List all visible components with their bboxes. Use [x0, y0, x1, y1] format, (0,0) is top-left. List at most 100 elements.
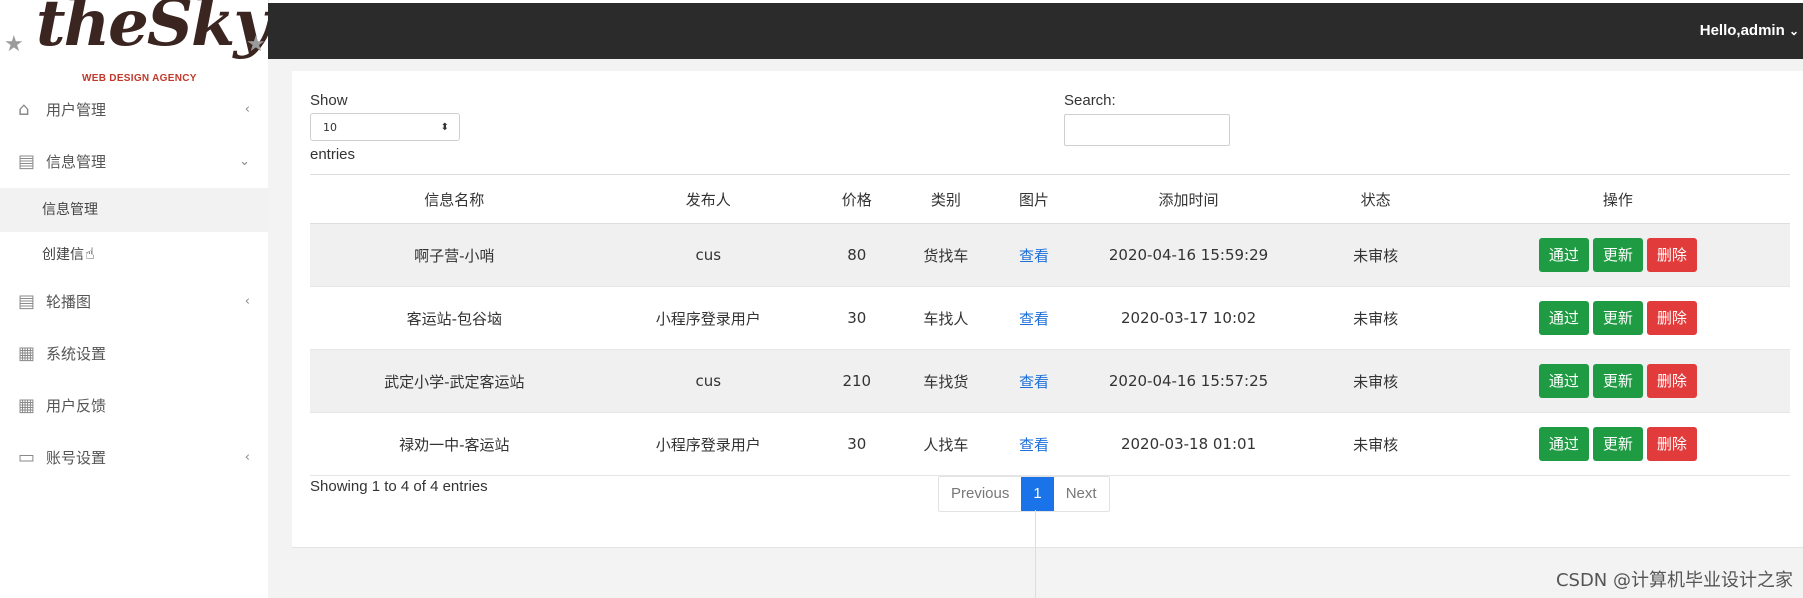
- cell-actions: 通过 更新 删除: [1445, 223, 1790, 287]
- sidebar-item-user-management[interactable]: ⌂ 用户管理 ‹: [0, 84, 268, 136]
- update-button[interactable]: 更新: [1592, 427, 1643, 461]
- sidebar-menu: ⌂ 用户管理 ‹ ▤ 信息管理 ⌄ 信息管理 创建信☝ ▤ 轮播图 ‹ ▦ 系统…: [0, 84, 268, 484]
- sidebar-subitem-info-management[interactable]: 信息管理: [0, 188, 268, 232]
- grid-icon: ▦: [18, 395, 36, 416]
- column-header[interactable]: 图片: [996, 174, 1072, 224]
- table-row: 武定小学-武定客运站 cus 210 车找货 查看 2020-04-16 15:…: [310, 349, 1790, 413]
- column-header[interactable]: 类别: [895, 174, 997, 224]
- chevron-down-icon: ⌄: [239, 154, 250, 169]
- chevron-left-icon: ‹: [244, 450, 250, 465]
- cell-price: 80: [818, 223, 896, 287]
- search-label: Search:: [1064, 92, 1116, 109]
- column-header[interactable]: 操作: [1445, 174, 1790, 224]
- table-info: Showing 1 to 4 of 4 entries: [310, 478, 488, 495]
- cell-name: 禄劝一中-客运站: [310, 412, 599, 476]
- sidebar-item-feedback[interactable]: ▦ 用户反馈: [0, 380, 268, 432]
- cell-name: 客运站-包谷垴: [310, 286, 599, 350]
- sort-arrows-icon: ⬍: [440, 122, 449, 133]
- cell-name: 武定小学-武定客运站: [310, 349, 599, 413]
- data-table: 信息名称 发布人 价格 类别 图片 添加时间 状态 操作 啊子营-小哨 cus …: [310, 174, 1790, 476]
- sidebar-item-label: 用户管理: [46, 101, 107, 119]
- cell-status: 未审核: [1305, 412, 1446, 476]
- approve-button[interactable]: 通过: [1538, 364, 1589, 398]
- delete-button[interactable]: 删除: [1646, 427, 1697, 461]
- cell-price: 30: [818, 412, 896, 476]
- cell-added-time: 2020-04-16 15:57:25: [1071, 349, 1306, 413]
- show-label: Show: [310, 92, 348, 109]
- search-input[interactable]: [1064, 114, 1230, 146]
- view-image-link[interactable]: 查看: [1019, 310, 1049, 328]
- topbar: Hello,admin ⌄: [268, 3, 1803, 59]
- sidebar-item-label: 系统设置: [46, 345, 107, 363]
- sidebar: ★ theSky ★ WEB DESIGN AGENCY ⌂ 用户管理 ‹ ▤ …: [0, 0, 271, 598]
- grid-icon: ▦: [18, 343, 36, 364]
- delete-button[interactable]: 删除: [1646, 238, 1697, 272]
- sidebar-item-account-settings[interactable]: ▭ 账号设置 ‹: [0, 432, 268, 484]
- chevron-left-icon: ‹: [244, 102, 250, 117]
- update-button[interactable]: 更新: [1592, 238, 1643, 272]
- cell-category: 车找人: [895, 286, 997, 350]
- cell-actions: 通过 更新 删除: [1445, 349, 1790, 413]
- delete-button[interactable]: 删除: [1646, 364, 1697, 398]
- star-icon: ★: [4, 32, 24, 57]
- column-header[interactable]: 状态: [1305, 174, 1446, 224]
- chevron-down-icon: ⌄: [1788, 24, 1799, 38]
- table-row: 客运站-包谷垴 小程序登录用户 30 车找人 查看 2020-03-17 10:…: [310, 286, 1790, 350]
- column-header[interactable]: 价格: [818, 174, 896, 224]
- sidebar-item-carousel[interactable]: ▤ 轮播图 ‹: [0, 276, 268, 328]
- update-button[interactable]: 更新: [1592, 301, 1643, 335]
- cell-publisher: cus: [598, 223, 819, 287]
- previous-page-button[interactable]: Previous: [939, 477, 1021, 511]
- update-button[interactable]: 更新: [1592, 364, 1643, 398]
- logo-tagline: WEB DESIGN AGENCY: [82, 73, 197, 84]
- next-page-button[interactable]: Next: [1054, 477, 1109, 511]
- document-icon: ▤: [18, 151, 36, 172]
- star-icon: ★: [246, 32, 266, 57]
- sidebar-item-label: 用户反馈: [46, 397, 107, 415]
- column-header[interactable]: 发布人: [598, 174, 819, 224]
- watermark: CSDN @计算机毕业设计之家: [1555, 570, 1793, 591]
- entries-label: entries: [310, 146, 356, 163]
- approve-button[interactable]: 通过: [1538, 427, 1589, 461]
- user-greeting: Hello,admin: [1699, 22, 1785, 39]
- view-image-link[interactable]: 查看: [1019, 436, 1049, 454]
- cell-image: 查看: [996, 349, 1072, 413]
- page-length-select[interactable]: 10 ⬍: [310, 113, 460, 141]
- cell-actions: 通过 更新 删除: [1445, 286, 1790, 350]
- cell-price: 210: [818, 349, 896, 413]
- column-header[interactable]: 信息名称: [310, 174, 599, 224]
- column-header[interactable]: 添加时间: [1071, 174, 1306, 224]
- sidebar-subitem-create-info[interactable]: 创建信☝: [0, 232, 268, 276]
- cell-publisher: cus: [598, 349, 819, 413]
- page-button-1[interactable]: 1: [1021, 477, 1054, 511]
- logo-brand: theSky: [36, 0, 271, 61]
- divider: [292, 547, 1803, 548]
- document-icon: ▤: [18, 291, 36, 312]
- cell-added-time: 2020-04-16 15:59:29: [1071, 223, 1306, 287]
- sidebar-item-label: 账号设置: [46, 449, 107, 467]
- cell-publisher: 小程序登录用户: [598, 412, 819, 476]
- cell-image: 查看: [996, 286, 1072, 350]
- logo[interactable]: ★ theSky ★ WEB DESIGN AGENCY: [0, 0, 271, 88]
- page-length-value: 10: [323, 121, 337, 134]
- chevron-left-icon: ‹: [244, 294, 250, 309]
- cell-status: 未审核: [1305, 223, 1446, 287]
- approve-button[interactable]: 通过: [1538, 238, 1589, 272]
- sidebar-item-system-settings[interactable]: ▦ 系统设置: [0, 328, 268, 380]
- approve-button[interactable]: 通过: [1538, 301, 1589, 335]
- table-header-row: 信息名称 发布人 价格 类别 图片 添加时间 状态 操作: [310, 174, 1790, 224]
- delete-button[interactable]: 删除: [1646, 301, 1697, 335]
- sidebar-item-label: 信息管理: [46, 153, 107, 171]
- cell-image: 查看: [996, 412, 1072, 476]
- sidebar-item-label: 创建信: [42, 247, 84, 263]
- sidebar-item-info-management[interactable]: ▤ 信息管理 ⌄: [0, 136, 268, 188]
- user-menu[interactable]: Hello,admin ⌄: [1700, 3, 1799, 59]
- cell-status: 未审核: [1305, 286, 1446, 350]
- home-icon: ⌂: [18, 99, 30, 120]
- view-image-link[interactable]: 查看: [1019, 247, 1049, 265]
- cell-category: 货找车: [895, 223, 997, 287]
- view-image-link[interactable]: 查看: [1019, 373, 1049, 391]
- cell-category: 车找货: [895, 349, 997, 413]
- pagination: Previous 1 Next: [938, 476, 1110, 512]
- cell-price: 30: [818, 286, 896, 350]
